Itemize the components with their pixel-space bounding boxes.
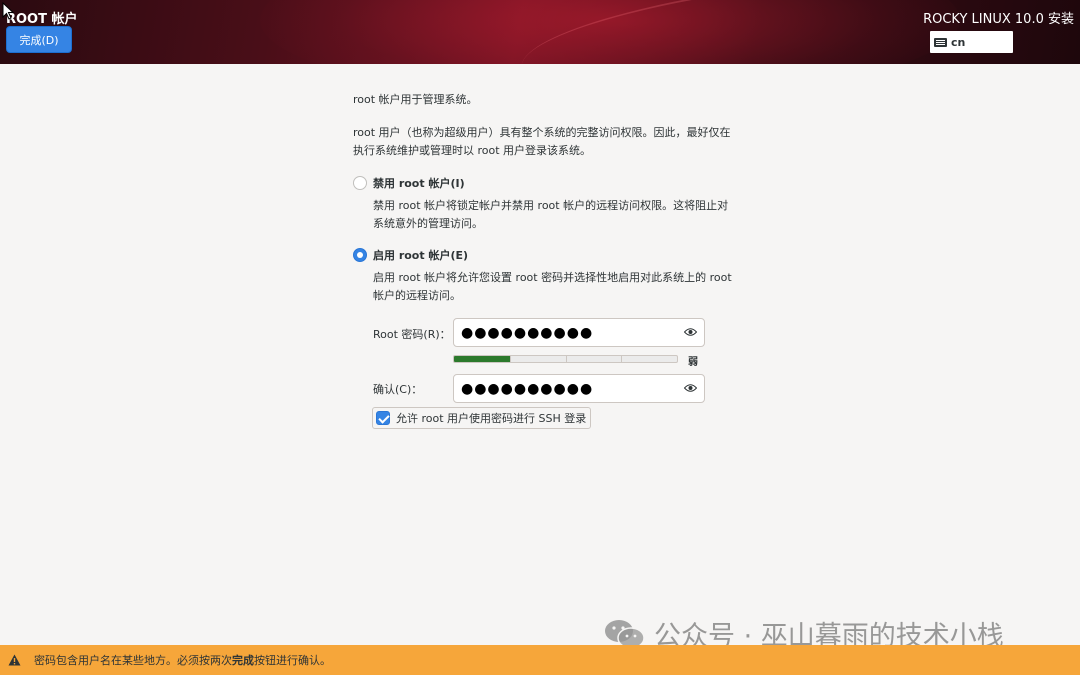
enable-root-radio[interactable]: 启用 root 帐户(E)	[353, 247, 468, 263]
root-password-value: ●●●●●●●●●●	[461, 324, 594, 341]
keyboard-layout-indicator[interactable]: cn	[930, 31, 1013, 53]
warning-icon	[8, 654, 21, 666]
disable-root-label: 禁用 root 帐户(I)	[373, 177, 465, 190]
warning-message-bold: 完成	[232, 654, 254, 667]
keyboard-layout-label: cn	[951, 35, 966, 49]
allow-ssh-login-label: 允许 root 用户使用密码进行 SSH 登录	[396, 412, 587, 425]
keyboard-icon	[934, 37, 947, 47]
enable-root-label: 启用 root 帐户(E)	[373, 249, 469, 262]
root-password-input[interactable]: ●●●●●●●●●●	[453, 318, 705, 347]
radio-checked-icon[interactable]	[353, 248, 367, 262]
mouse-cursor-icon	[2, 2, 14, 20]
checkbox-checked-icon[interactable]	[376, 411, 390, 425]
allow-ssh-login-checkbox[interactable]: 允许 root 用户使用密码进行 SSH 登录	[372, 407, 592, 429]
root-password-label: Root 密码(R)：	[373, 328, 451, 341]
confirm-password-input[interactable]: ●●●●●●●●●●	[453, 374, 705, 403]
show-password-eye-icon[interactable]	[684, 383, 697, 393]
password-strength-label: 弱	[688, 357, 698, 368]
confirm-password-value: ●●●●●●●●●●	[461, 380, 594, 397]
radio-unchecked-icon[interactable]	[353, 176, 367, 190]
disable-root-radio[interactable]: 禁用 root 帐户(I)	[353, 175, 465, 191]
strength-segment-divider	[509, 356, 511, 362]
done-button[interactable]: 完成(D)	[6, 26, 72, 53]
warning-message-part: 按钮进行确认。	[254, 654, 331, 667]
warning-message: 密码包含用户名在某些地方。必须按两次完成按钮进行确认。	[34, 652, 331, 668]
product-title: ROCKY LINUX 10.0 安装	[923, 12, 1074, 27]
show-password-eye-icon[interactable]	[684, 327, 697, 337]
enable-root-description: 启用 root 帐户将允许您设置 root 密码并选择性地启用对此系统上的 ro…	[373, 271, 732, 302]
header-bar: ROOT 帐户 完成(D) ROCKY LINUX 10.0 安装 cn	[0, 0, 1080, 64]
password-strength-bar	[453, 355, 678, 363]
strength-segment-divider	[621, 356, 623, 362]
warning-status-bar[interactable]: 密码包含用户名在某些地方。必须按两次完成按钮进行确认。	[0, 645, 1080, 675]
confirm-password-label: 确认(C)：	[373, 383, 423, 396]
page-title: ROOT 帐户	[6, 12, 78, 27]
description-text: root 用户（也称为超级用户）具有整个系统的完整访问权限。因此，最好仅在执行系…	[353, 126, 731, 157]
password-strength-fill	[454, 356, 510, 362]
strength-segment-divider	[565, 356, 567, 362]
disable-root-description: 禁用 root 帐户将锁定帐户并禁用 root 帐户的远程访问权限。这将阻止对系…	[373, 199, 729, 230]
intro-text: root 帐户用于管理系统。	[353, 93, 478, 106]
warning-message-part: 密码包含用户名在某些地方。必须按两次	[34, 654, 232, 667]
